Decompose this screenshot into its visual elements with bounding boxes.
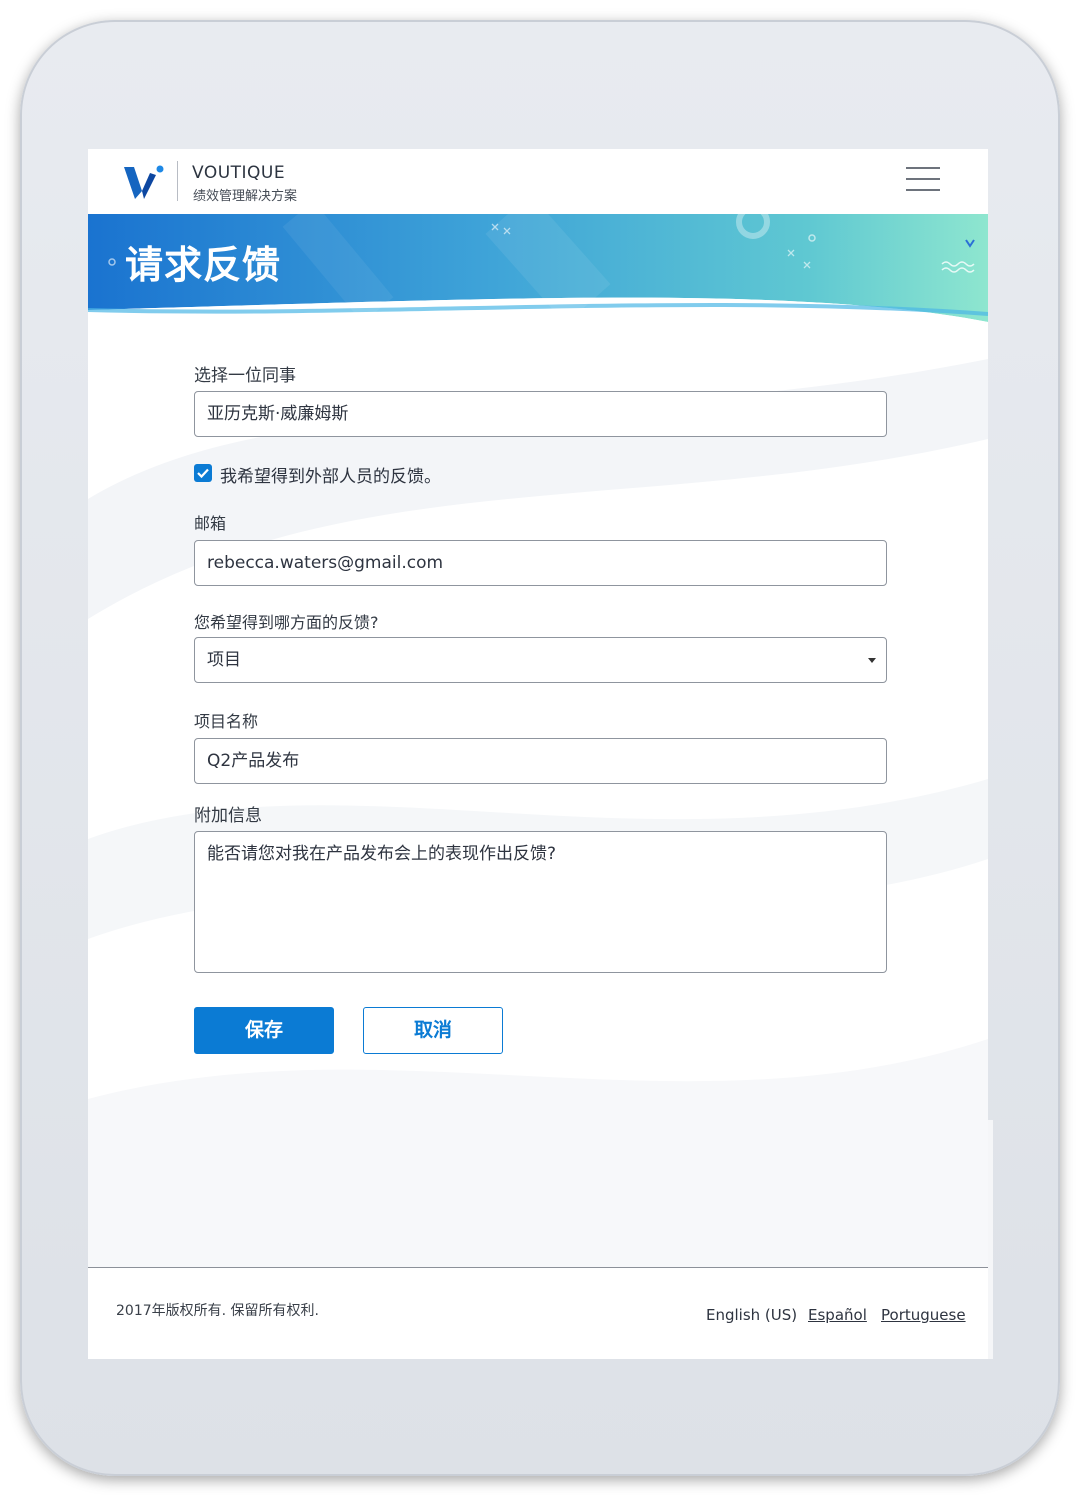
save-button[interactable]: 保存 — [194, 1007, 334, 1054]
chevron-down-icon — [868, 658, 876, 663]
feedback-type-label: 您希望得到哪方面的反馈? — [194, 613, 379, 632]
colleague-field[interactable]: 亚历克斯·威廉姆斯 — [194, 391, 887, 437]
project-name-field[interactable]: Q2产品发布 — [194, 738, 887, 784]
additional-info-label: 附加信息 — [194, 806, 262, 826]
menu-icon[interactable] — [906, 167, 940, 195]
page-banner: 请求反馈 — [88, 214, 988, 326]
screen-edge — [988, 1120, 993, 1359]
language-english[interactable]: English (US) — [706, 1306, 797, 1324]
email-field[interactable]: rebecca.waters@gmail.com — [194, 540, 887, 586]
top-bar: VOUTIQUE 绩效管理解决方案 — [88, 149, 988, 214]
external-feedback-checkbox[interactable] — [194, 464, 212, 482]
feedback-type-value: 项目 — [207, 650, 241, 670]
brand-tagline: 绩效管理解决方案 — [193, 189, 298, 204]
app-screen: VOUTIQUE 绩效管理解决方案 请求反馈 选择一位同事 亚历克斯·威廉姆斯 … — [88, 149, 988, 1359]
cancel-button[interactable]: 取消 — [363, 1007, 503, 1054]
additional-info-textarea[interactable]: 能否请您对我在产品发布会上的表现作出反馈? — [194, 831, 887, 973]
feedback-type-select[interactable]: 项目 — [194, 637, 887, 683]
language-portuguese[interactable]: Portuguese — [881, 1306, 966, 1324]
email-label: 邮箱 — [194, 514, 227, 533]
logo-icon — [124, 165, 164, 199]
logo-divider — [177, 161, 178, 201]
project-name-label: 项目名称 — [194, 712, 259, 731]
language-espanol[interactable]: Español — [808, 1306, 867, 1324]
page-title: 请求反馈 — [125, 243, 282, 287]
external-feedback-label: 我希望得到外部人员的反馈。 — [220, 467, 441, 487]
brand-name: VOUTIQUE — [192, 163, 286, 183]
checkmark-icon — [197, 468, 209, 479]
footer: 2017年版权所有. 保留所有权利. English (US) Español … — [88, 1268, 988, 1359]
colleague-label: 选择一位同事 — [194, 366, 296, 386]
copyright-text: 2017年版权所有. 保留所有权利. — [116, 1303, 319, 1319]
